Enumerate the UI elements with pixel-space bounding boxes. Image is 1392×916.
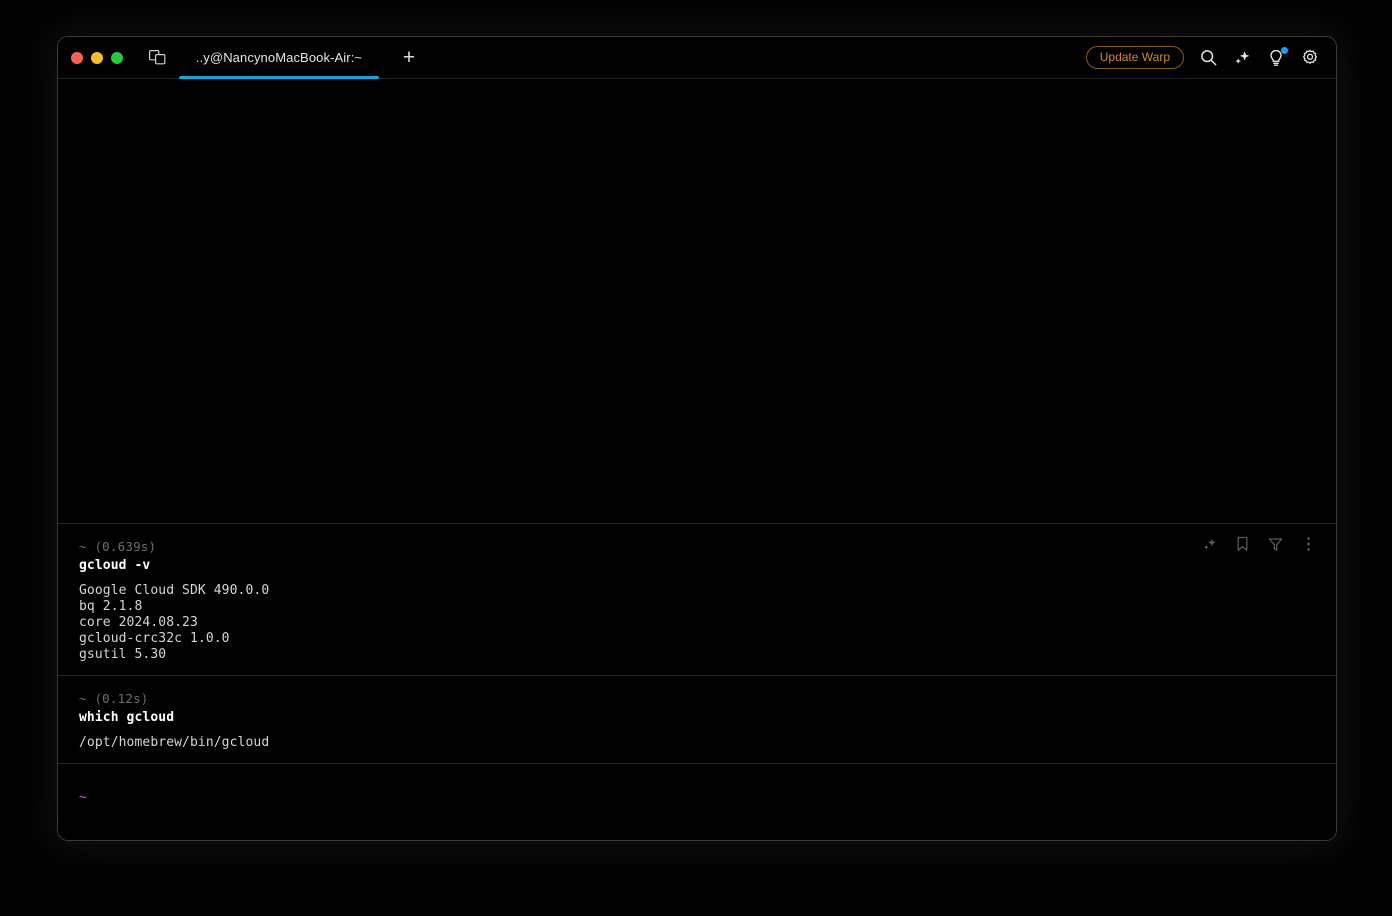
zoom-button[interactable] [111,51,123,64]
title-bar: ..y@NancynoMacBook-Air:~ + Update Warp [58,37,1336,79]
block-action-bar [1201,536,1316,552]
close-button[interactable] [71,51,83,64]
block-header-meta: ~ (0.639s) [79,539,157,554]
terminal-block[interactable]: ~ (0.12s) which gcloud /opt/homebrew/bin… [58,675,1336,763]
terminal-empty-scrollback [58,79,1336,523]
update-warp-button[interactable]: Update Warp [1085,46,1184,69]
split-pane-icon[interactable] [147,48,167,68]
lightbulb-icon[interactable] [1266,46,1288,68]
sparkle-icon[interactable] [1232,48,1252,68]
active-prompt-block[interactable]: ~ [58,763,1336,840]
block-command-text: which gcloud [79,710,175,725]
desktop-background: ..y@NancynoMacBook-Air:~ + Update Warp ~… [0,0,1392,916]
block-output-text: Google Cloud SDK 490.0.0 bq 2.1.8 core 2… [79,583,270,662]
more-icon[interactable] [1300,536,1316,552]
tab-label: ..y@NancynoMacBook-Air:~ [195,50,363,65]
titlebar-right-controls: Update Warp [1085,46,1336,69]
filter-icon[interactable] [1267,536,1283,552]
minimize-button[interactable] [91,51,103,64]
sparkle-icon[interactable] [1201,536,1217,552]
block-command-text: gcloud -v [79,558,151,573]
traffic-light-group [58,51,123,64]
gear-icon[interactable] [1300,48,1320,68]
terminal-block[interactable]: ~ (0.639s) gcloud -v Google Cloud SDK 49… [58,523,1336,675]
bookmark-icon[interactable] [1234,536,1250,552]
block-header-meta: ~ (0.12s) [79,691,149,706]
prompt-symbol: ~ [79,790,87,805]
new-tab-button[interactable]: + [397,46,421,70]
terminal-window: ..y@NancynoMacBook-Air:~ + Update Warp ~… [57,36,1337,841]
tab-terminal-session[interactable]: ..y@NancynoMacBook-Air:~ [179,37,379,79]
notification-badge-dot [1281,46,1288,54]
terminal-body[interactable]: ~ (0.639s) gcloud -v Google Cloud SDK 49… [58,79,1336,840]
search-icon[interactable] [1198,48,1218,68]
block-output-text: /opt/homebrew/bin/gcloud [79,735,270,750]
